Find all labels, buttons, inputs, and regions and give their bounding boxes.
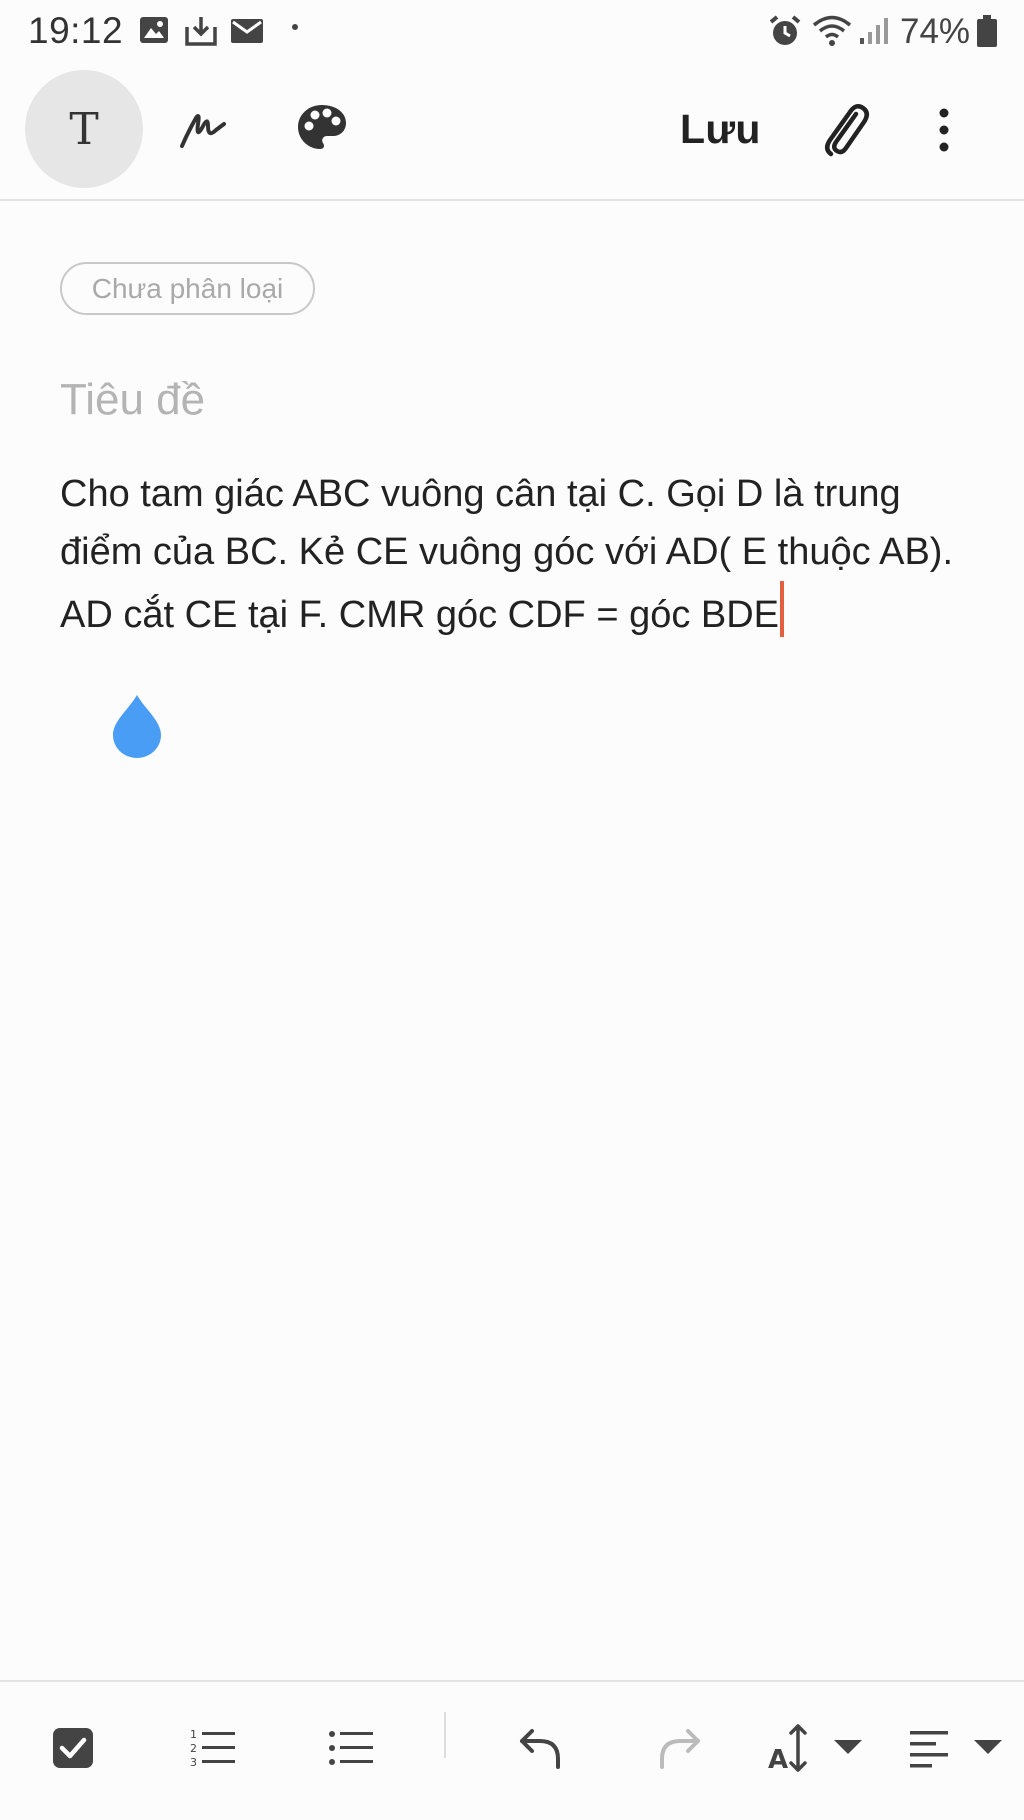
notification-dot — [292, 24, 298, 30]
download-icon — [185, 17, 217, 46]
mail-icon — [231, 19, 263, 43]
save-button[interactable]: Lưu — [680, 106, 761, 153]
paperclip-icon[interactable] — [820, 102, 870, 158]
battery-icon — [977, 15, 997, 47]
note-toolbar: T Lưu — [0, 62, 1024, 200]
image-icon — [140, 17, 168, 43]
battery-percent: 74% — [900, 12, 971, 51]
align-icon[interactable] — [908, 1727, 1004, 1771]
signal-icon — [860, 18, 888, 44]
note-body-editor[interactable]: Cho tam giác ABC vuông cân tại C. Gọi D … — [60, 465, 980, 644]
svg-text:2: 2 — [190, 1742, 197, 1755]
status-bar: 19:12 74% — [0, 0, 1024, 62]
formatting-bar: 1 2 3 A — [0, 1682, 1024, 1820]
text-cursor — [780, 581, 785, 637]
title-input[interactable]: Tiêu đề — [60, 375, 205, 425]
undo-icon[interactable] — [518, 1727, 564, 1771]
alarm-icon — [769, 15, 801, 45]
cursor-handle[interactable] — [111, 695, 163, 759]
checkbox-icon[interactable] — [52, 1727, 94, 1769]
palette-icon[interactable] — [296, 102, 348, 152]
toolbar-divider — [0, 199, 1024, 201]
more-vert-icon[interactable] — [930, 106, 958, 154]
handwriting-icon[interactable] — [178, 102, 228, 154]
wifi-icon — [812, 15, 852, 46]
text-mode-button[interactable]: T — [25, 70, 143, 188]
text-size-icon[interactable]: A — [768, 1722, 864, 1774]
numbered-list-icon[interactable]: 1 2 3 — [190, 1727, 236, 1769]
svg-text:3: 3 — [190, 1756, 197, 1769]
svg-text:A: A — [768, 1745, 788, 1774]
note-body-text: Cho tam giác ABC vuông cân tại C. Gọi D … — [60, 473, 953, 636]
bullet-list-icon[interactable] — [328, 1727, 374, 1769]
category-chip[interactable]: Chưa phân loại — [60, 262, 315, 315]
text-mode-icon: T — [69, 103, 99, 155]
svg-text:1: 1 — [190, 1728, 197, 1741]
bottom-bar-separator — [444, 1712, 446, 1758]
redo-icon[interactable] — [656, 1727, 702, 1771]
status-time: 19:12 — [28, 10, 124, 51]
